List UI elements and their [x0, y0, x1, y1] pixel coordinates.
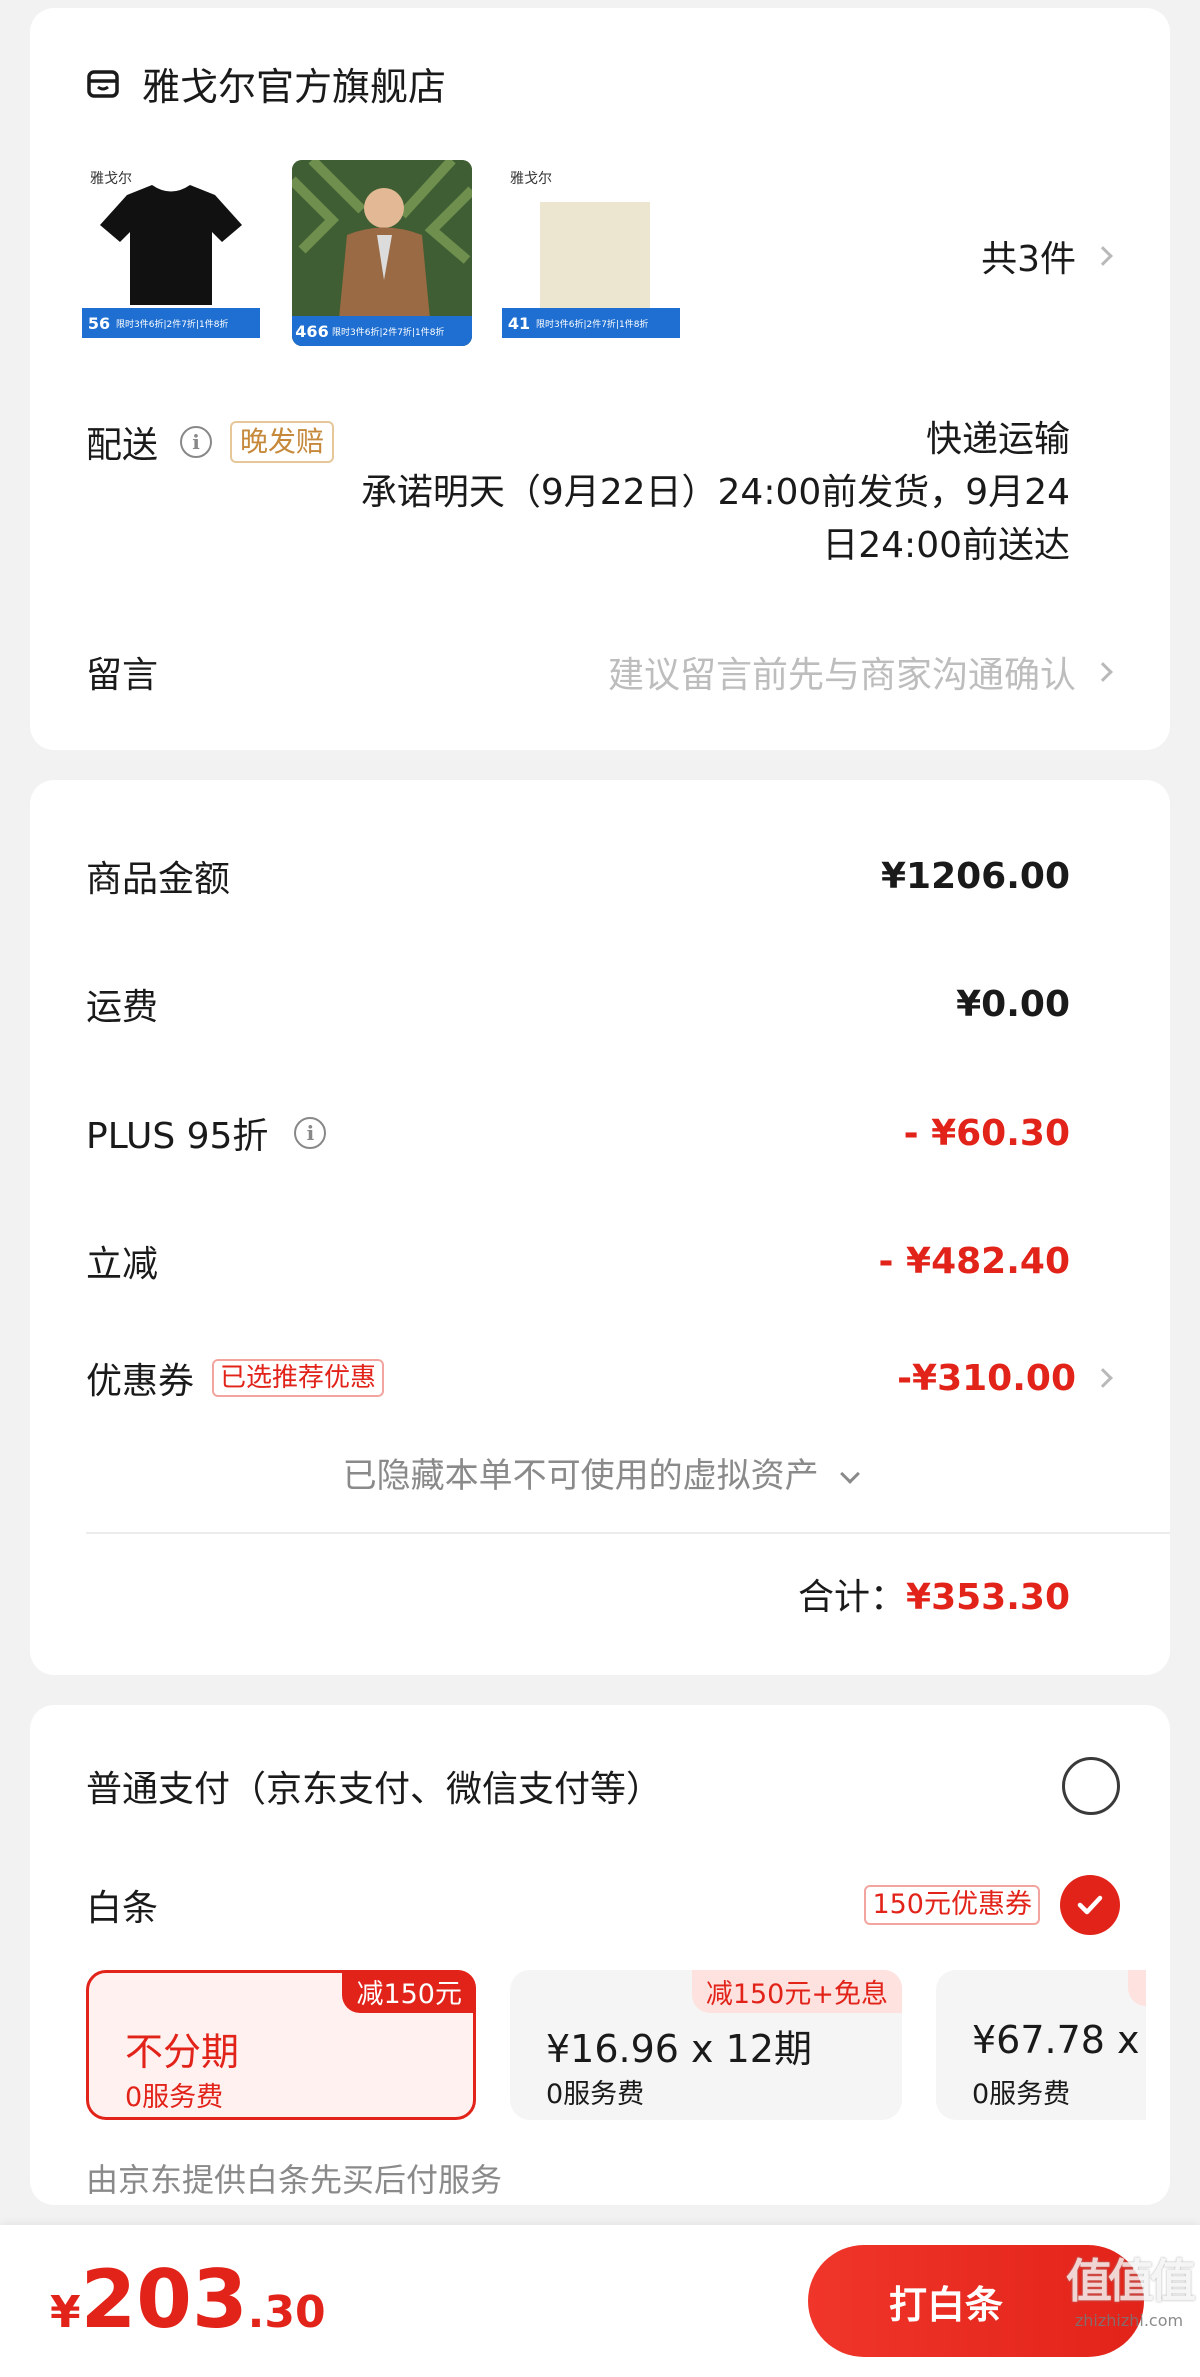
baitiao-right-group: 150元优惠券: [864, 1875, 1120, 1935]
total-row: 合计：¥353.30: [798, 1568, 1070, 1620]
product-thumbnail[interactable]: 雅戈尔 41 限时3件6折|2件7折|1件8折: [502, 160, 680, 346]
instant-discount-row: 立减 - ¥482.40: [86, 1235, 1070, 1287]
promo-text: 限时3件6折|2件7折|1件8折: [116, 319, 229, 330]
store-icon: [86, 68, 120, 100]
price-decimal: .30: [247, 2287, 326, 2338]
late-delivery-badge: 晚发赔: [230, 421, 335, 463]
watermark: 值值值 zhizhizhi.com: [1066, 2245, 1196, 2330]
message-row[interactable]: 留言 建议留言前先与商家沟通确认: [86, 646, 1113, 698]
currency-symbol: ¥: [50, 2287, 81, 2338]
product-thumbnail[interactable]: 466 限时3件6折|2件7折|1件8折: [292, 160, 472, 346]
price-badge: 56: [87, 313, 111, 333]
payment-card: 普通支付（京东支付、微信支付等） 白条 150元优惠券 减150元 不分期 0服…: [30, 1705, 1170, 2205]
installment-plan[interactable]: 减150元+免息 ¥16.96 x 12期 0服务费: [510, 1970, 902, 2120]
product-thumbnail[interactable]: 雅戈尔 56 限时3件6折|2件7折|1件8折: [82, 160, 260, 346]
instant-discount-label: 立减: [86, 1244, 159, 1285]
store-name: 雅戈尔官方旗舰店: [142, 65, 447, 109]
coupon-label-group: 优惠券 已选推荐优惠: [86, 1352, 385, 1404]
total-value: ¥353.30: [906, 1577, 1070, 1618]
promo-text: 限时3件6折|2件7折|1件8折: [536, 319, 649, 330]
plan-tag: 减150元+免息: [691, 1970, 902, 2013]
shipping-label: 运费: [86, 987, 159, 1028]
price-badge: 41: [507, 313, 531, 333]
promo-strip: 466 限时3件6折|2件7折|1件8折: [292, 316, 472, 346]
baitiao-coupon-badge: 150元优惠券: [864, 1885, 1040, 1925]
promo-text: 限时3件6折|2件7折|1件8折: [332, 327, 445, 338]
coupon-row[interactable]: 优惠券 已选推荐优惠 -¥310.00: [86, 1352, 1113, 1404]
item-count: 共3件: [981, 239, 1076, 280]
radio-checked-icon[interactable]: [1060, 1875, 1120, 1935]
plus-label: PLUS 95折: [86, 1116, 269, 1157]
total-label: 合计：: [798, 1577, 907, 1618]
delivery-method: 快递运输: [925, 419, 1070, 460]
provider-note: 由京东提供白条先买后付服务: [86, 2161, 503, 2199]
plan-tag: 减150元: [342, 1970, 476, 2013]
pay-button-label: 打白条: [888, 2282, 1003, 2327]
item-count-link[interactable]: 共3件: [981, 230, 1113, 282]
baitiao-option[interactable]: 白条 150元优惠券: [86, 1875, 1120, 1935]
goods-amount-label: 商品金额: [86, 859, 231, 900]
price-integer: 203: [80, 2253, 248, 2346]
installment-plan-selected[interactable]: 减150元 不分期 0服务费: [86, 1970, 476, 2120]
shipping-value: ¥0.00: [956, 983, 1070, 1025]
message-input-wrap: 建议留言前先与商家沟通确认: [608, 646, 1113, 698]
installment-plan[interactable]: ¥67.78 x 0服务费: [936, 1970, 1146, 2120]
shipping-row: 运费 ¥0.00: [86, 978, 1070, 1030]
message-input[interactable]: 建议留言前先与商家沟通确认: [608, 646, 1076, 698]
plan-fee: 0服务费: [972, 2079, 1071, 2110]
price-badge: 466: [295, 321, 329, 341]
plus-discount-value: - ¥60.30: [903, 1112, 1070, 1154]
delivery-label-group: 配送 i 晚发赔: [86, 416, 335, 468]
coupon-value: -¥310.00: [897, 1357, 1076, 1399]
promo-strip: 41 限时3件6折|2件7折|1件8折: [502, 308, 680, 338]
delivery-info[interactable]: 快递运输 承诺明天（9月22日）24:00前发货，9月24 日24:00前送达: [361, 413, 1070, 572]
installment-scroller[interactable]: 减150元 不分期 0服务费 减150元+免息 ¥16.96 x 12期 0服务…: [86, 1970, 1146, 2120]
instant-discount-value: - ¥482.40: [878, 1240, 1070, 1282]
brand-tag: 雅戈尔: [510, 171, 552, 187]
watermark-url: zhizhizhi.com: [1074, 2311, 1184, 2330]
plan-fee: 0服务费: [546, 2079, 645, 2110]
chevron-down-icon: [840, 1464, 861, 1484]
delivery-promise-cont: 日24:00前送达: [822, 525, 1070, 566]
radio-unchecked-icon[interactable]: [1062, 1757, 1120, 1815]
normal-payment-option[interactable]: 普通支付（京东支付、微信支付等）: [86, 1757, 1120, 1815]
plan-tag: [1128, 1970, 1146, 2006]
fabric-image: [540, 202, 650, 310]
store-card: 雅戈尔官方旗舰店 雅戈尔 56 限时3件6折|2件7折|1件8折 466 限时3…: [30, 8, 1170, 750]
plan-title: ¥67.78 x: [972, 2018, 1140, 2062]
divider: [86, 1532, 1170, 1534]
plan-fee: 0服务费: [125, 2082, 224, 2113]
plan-title: ¥16.96 x 12期: [546, 2027, 812, 2071]
hidden-assets-toggle[interactable]: 已隐藏本单不可使用的虚拟资产: [30, 1448, 1170, 1497]
coupon-recommended-badge: 已选推荐优惠: [212, 1359, 385, 1397]
plus-label-group: PLUS 95折 i: [86, 1107, 327, 1159]
hidden-assets-text: 已隐藏本单不可使用的虚拟资产: [342, 1456, 819, 1496]
goods-amount-row: 商品金额 ¥1206.00: [86, 850, 1070, 902]
final-price: ¥ 203 .30: [50, 2253, 326, 2346]
goods-amount-value: ¥1206.00: [880, 855, 1070, 897]
delivery-promise: 承诺明天（9月22日）24:00前发货，9月24: [360, 472, 1070, 513]
plan-title: 不分期: [125, 2030, 240, 2074]
chevron-right-icon: [1093, 1368, 1113, 1388]
watermark-logo: 值值值: [1066, 2254, 1196, 2308]
checkout-bar: ¥ 203 .30 打白条 值值值 zhizhizhi.com: [0, 2225, 1200, 2377]
coupon-value-group: -¥310.00: [897, 1357, 1113, 1399]
baitiao-label: 白条: [86, 1888, 159, 1929]
price-summary-card: 商品金额 ¥1206.00 运费 ¥0.00 PLUS 95折 i - ¥60.…: [30, 780, 1170, 1675]
chevron-right-icon: [1093, 662, 1113, 682]
info-icon[interactable]: i: [180, 426, 213, 458]
promo-strip: 56 限时3件6折|2件7折|1件8折: [82, 308, 260, 338]
delivery-label: 配送: [86, 425, 159, 466]
plus-discount-row: PLUS 95折 i - ¥60.30: [86, 1107, 1070, 1159]
coupon-label: 优惠券: [86, 1361, 195, 1402]
chevron-right-icon: [1093, 246, 1113, 266]
info-icon[interactable]: i: [294, 1117, 327, 1149]
message-label: 留言: [86, 655, 159, 696]
normal-payment-label: 普通支付（京东支付、微信支付等）: [86, 1769, 663, 1810]
store-header[interactable]: 雅戈尔官方旗舰店: [86, 56, 446, 111]
